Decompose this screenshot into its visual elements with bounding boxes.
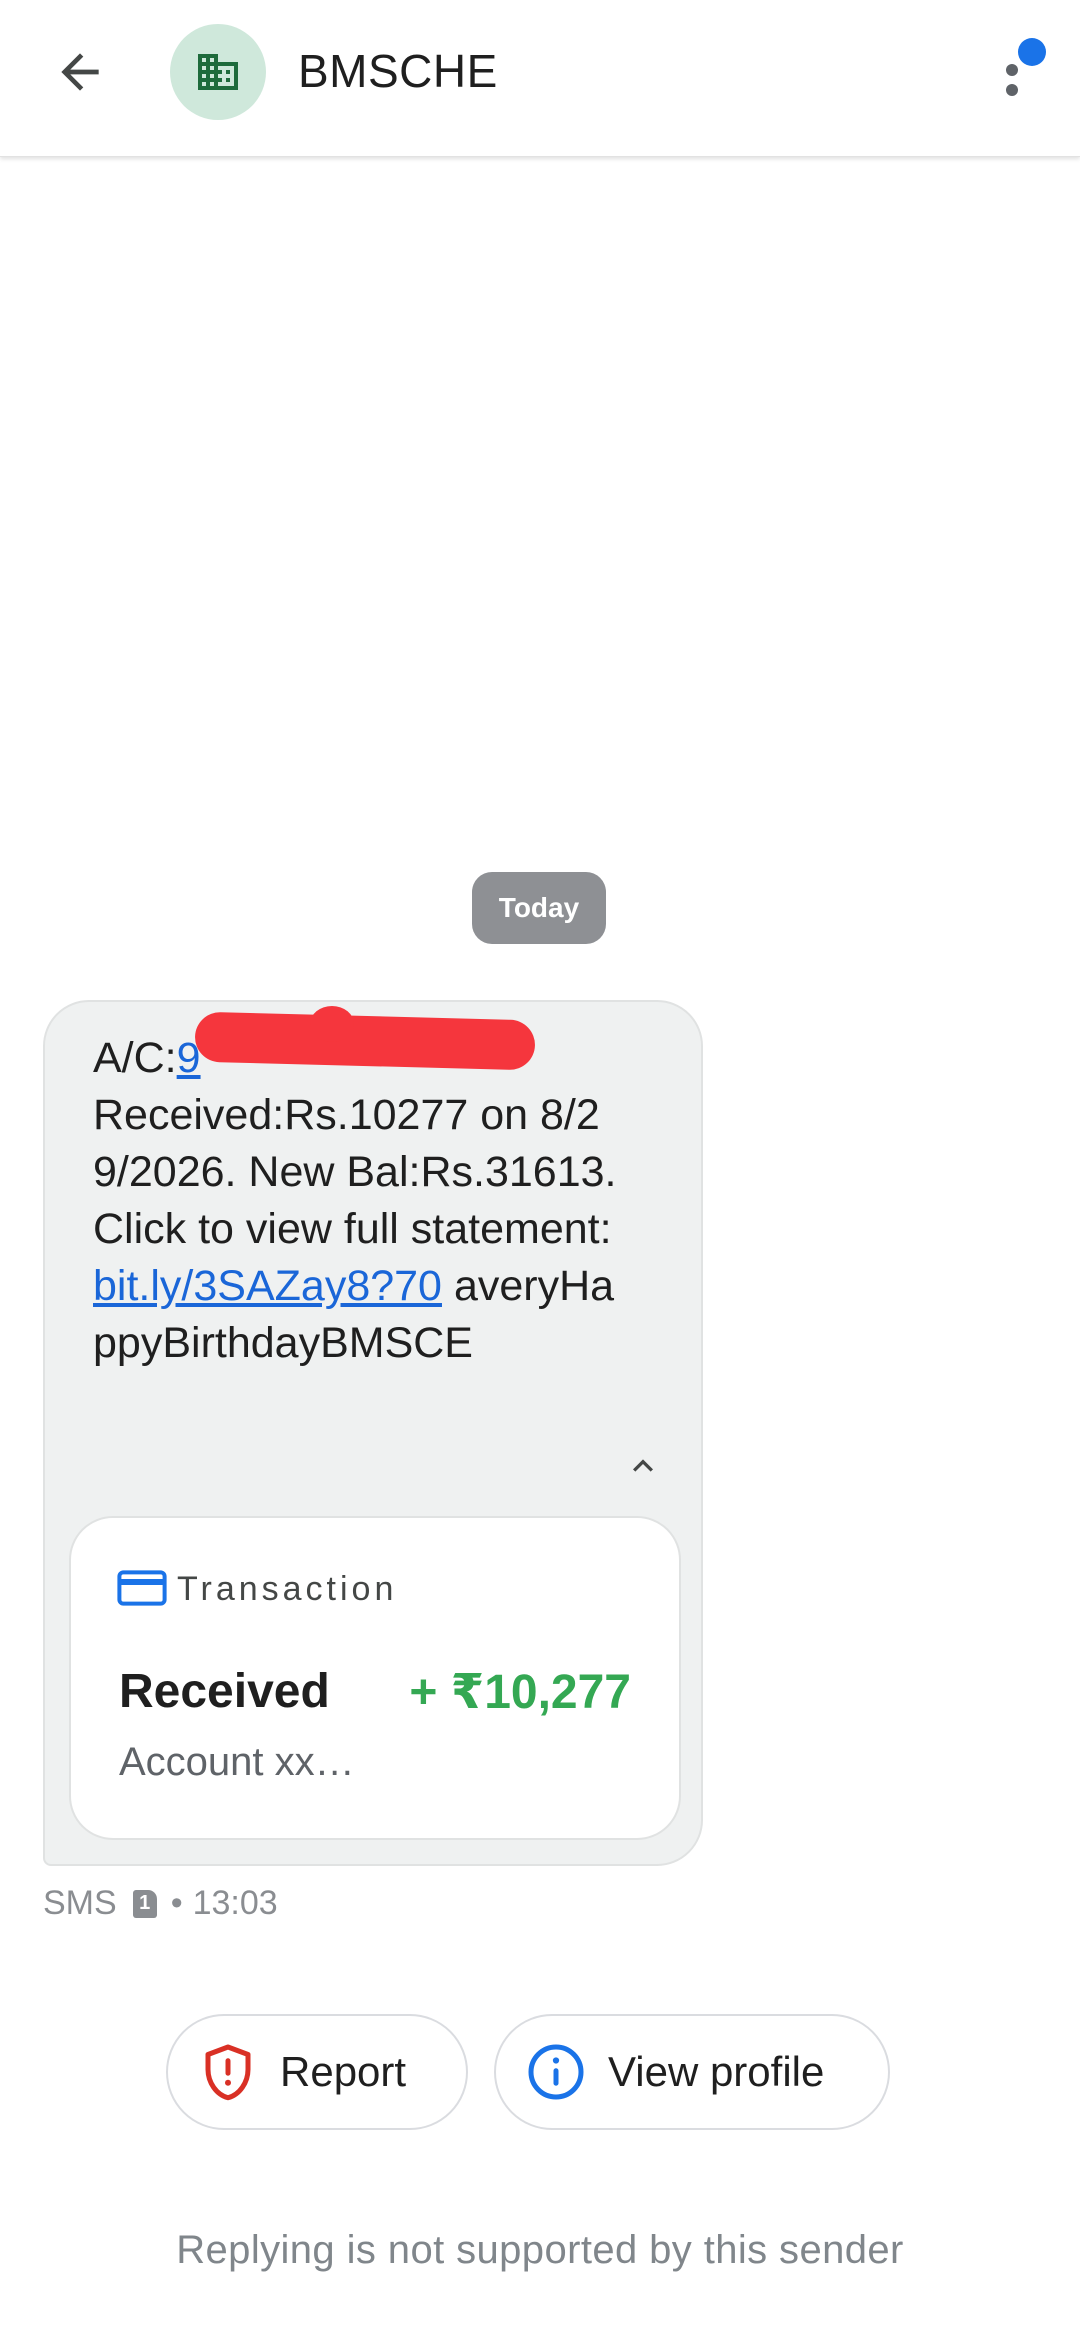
business-building-icon — [198, 54, 238, 90]
redaction-mark — [310, 1006, 354, 1042]
message-meta: SMS 1 • 13:03 — [43, 1884, 278, 1923]
view-profile-button[interactable]: View profile — [494, 2014, 890, 2130]
message-time: 13:03 — [192, 1884, 278, 1922]
report-button[interactable]: Report — [166, 2014, 468, 2130]
meta-separator: • — [170, 1884, 183, 1922]
report-label: Report — [280, 2048, 407, 2095]
reply-unsupported-note: Replying is not supported by this sender — [176, 2228, 904, 2272]
chevron-up-icon — [633, 1459, 653, 1472]
conversation-title: BMSCHE — [298, 45, 498, 97]
collapse-button[interactable] — [615, 1438, 671, 1494]
sender-avatar[interactable] — [170, 24, 266, 120]
transaction-amount: + ₹10,277 — [409, 1666, 631, 1719]
statement-link[interactable]: bit.ly/3SAZay8?70 — [93, 1262, 442, 1310]
channel-label: SMS — [43, 1884, 117, 1922]
message-body: Received:Rs.10277 on 8/29/2026. New Bal:… — [93, 1091, 617, 1253]
transaction-account: Account xx… — [119, 1740, 355, 1784]
arrow-back-icon — [61, 53, 99, 91]
shield-alert-icon — [198, 2042, 258, 2102]
view-profile-label: View profile — [608, 2048, 825, 2095]
transaction-card[interactable]: Transaction Received + ₹10,277 Account x… — [69, 1516, 681, 1840]
message-bubble[interactable]: A/C:9 Received:Rs.10277 on 8/29/2026. Ne… — [43, 1000, 703, 1866]
back-button[interactable] — [38, 30, 122, 114]
sim-card-icon: 1 — [132, 1889, 157, 1918]
transaction-label: Transaction — [177, 1570, 398, 1608]
message-text: A/C:9 Received:Rs.10277 on 8/29/2026. Ne… — [93, 1030, 633, 1372]
credit-card-icon — [117, 1570, 167, 1606]
date-divider: Today — [472, 872, 606, 944]
app-bar: BMSCHE — [0, 0, 1080, 157]
more-options-button[interactable] — [990, 34, 1060, 114]
redaction-mark — [194, 1011, 536, 1071]
transaction-type: Received — [119, 1665, 330, 1718]
account-prefix: A/C: — [93, 1034, 177, 1082]
info-icon — [526, 2042, 586, 2102]
notification-dot — [1018, 38, 1046, 66]
